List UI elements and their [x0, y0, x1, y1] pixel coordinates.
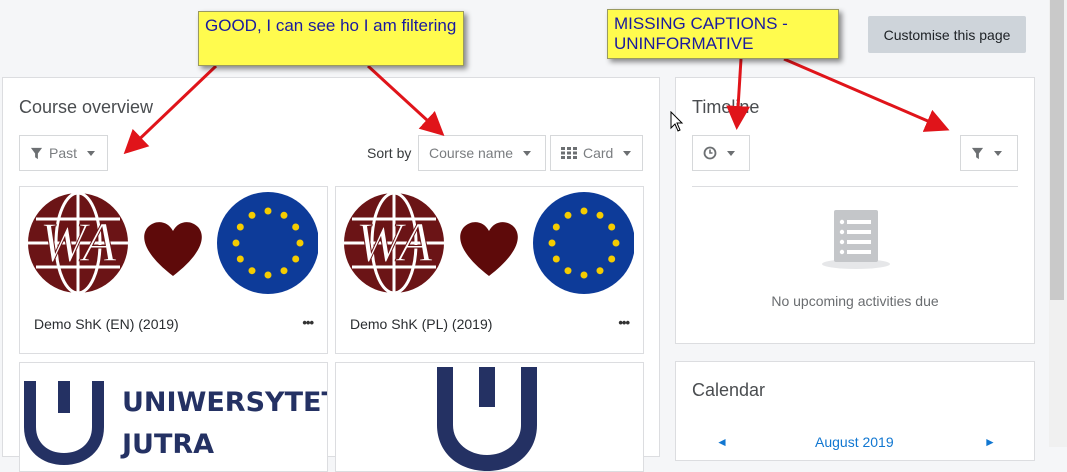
arrow: [366, 64, 445, 137]
annotation-arrows: [123, 57, 950, 155]
arrow: [783, 57, 950, 132]
annotation-note: MISSING CAPTIONS - UNINFORMATIVE: [607, 9, 839, 59]
annotation-note: GOOD, I can see ho I am filtering: [198, 11, 464, 66]
arrow: [726, 58, 751, 130]
arrow: [123, 64, 218, 155]
